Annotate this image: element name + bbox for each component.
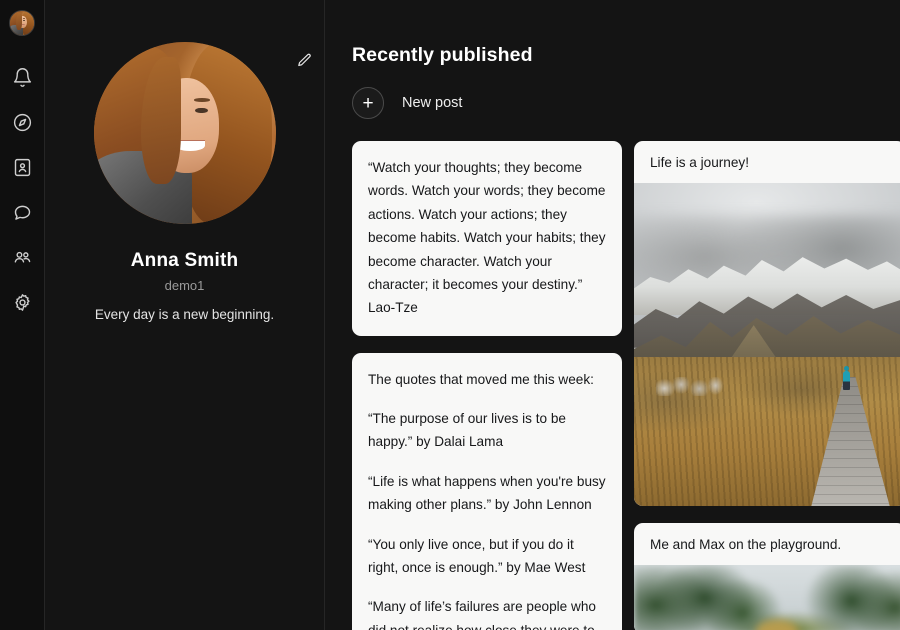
avatar-wrap <box>93 42 311 224</box>
sidebar-item-explore[interactable] <box>0 100 45 145</box>
post-paragraph: “Many of life’s failures are people who … <box>368 599 596 630</box>
new-post-label: New post <box>402 95 463 111</box>
gear-icon <box>12 292 33 313</box>
profile-portrait <box>93 42 276 224</box>
contact-card-icon <box>12 157 33 178</box>
post-card[interactable]: Me and Max on the playground. <box>634 523 900 630</box>
posts-column-right: Life is a journey! Me and Max on the pla… <box>634 141 900 630</box>
sidebar-item-contacts[interactable] <box>0 145 45 190</box>
post-text: “Watch your thoughts; they become words.… <box>352 141 622 336</box>
profile-handle: demo1 <box>164 278 205 293</box>
profile-avatar[interactable] <box>93 42 276 224</box>
people-icon <box>12 247 33 268</box>
app-root: Anna Smith demo1 Every day is a new begi… <box>0 0 900 630</box>
post-paragraph: “The purpose of our lives is to be happy… <box>368 411 566 450</box>
post-paragraph: The quotes that moved me this week: <box>368 371 594 387</box>
sidebar-item-notifications[interactable] <box>0 55 45 100</box>
post-paragraph: “Life is what happens when you're busy m… <box>368 473 606 513</box>
icon-rail <box>0 0 45 630</box>
sidebar-item-friends[interactable] <box>0 235 45 280</box>
post-card[interactable]: The quotes that moved me this week: “The… <box>352 352 622 630</box>
bell-icon <box>12 67 33 88</box>
sidebar-item-messages[interactable] <box>0 190 45 235</box>
post-caption: Life is a journey! <box>650 155 749 170</box>
plus-icon: + <box>352 87 384 119</box>
profile-name: Anna Smith <box>130 250 239 271</box>
sidebar-item-settings[interactable] <box>0 280 45 325</box>
new-post-button[interactable]: + New post <box>352 87 462 119</box>
post-photo-mountain-hiker-boardwalk <box>634 183 900 506</box>
avatar-portrait <box>10 11 34 35</box>
page-title: Recently published <box>352 44 533 66</box>
profile-bio: Every day is a new beginning. <box>94 307 275 322</box>
main-content: Recently published + New post “Watch you… <box>325 0 900 630</box>
posts-column-left: “Watch your thoughts; they become words.… <box>352 141 622 630</box>
posts-columns: “Watch your thoughts; they become words.… <box>352 141 900 630</box>
post-photo-park-trees-blurred <box>634 565 900 630</box>
pencil-icon <box>296 52 313 74</box>
post-card[interactable]: “Watch your thoughts; they become words.… <box>352 141 622 336</box>
post-card[interactable]: Life is a journey! <box>634 141 900 506</box>
post-caption: Me and Max on the playground. <box>650 537 842 552</box>
profile-panel: Anna Smith demo1 Every day is a new begi… <box>45 0 325 630</box>
post-paragraph: “You only live once, but if you do it ri… <box>368 536 586 575</box>
edit-profile-button[interactable] <box>290 48 320 78</box>
chat-bubble-icon <box>12 202 33 223</box>
post-text: The quotes that moved me this week: “The… <box>352 353 622 630</box>
post-paragraph: “Watch your thoughts; they become words.… <box>368 160 606 316</box>
compass-icon <box>12 112 33 133</box>
rail-avatar[interactable] <box>9 10 35 36</box>
